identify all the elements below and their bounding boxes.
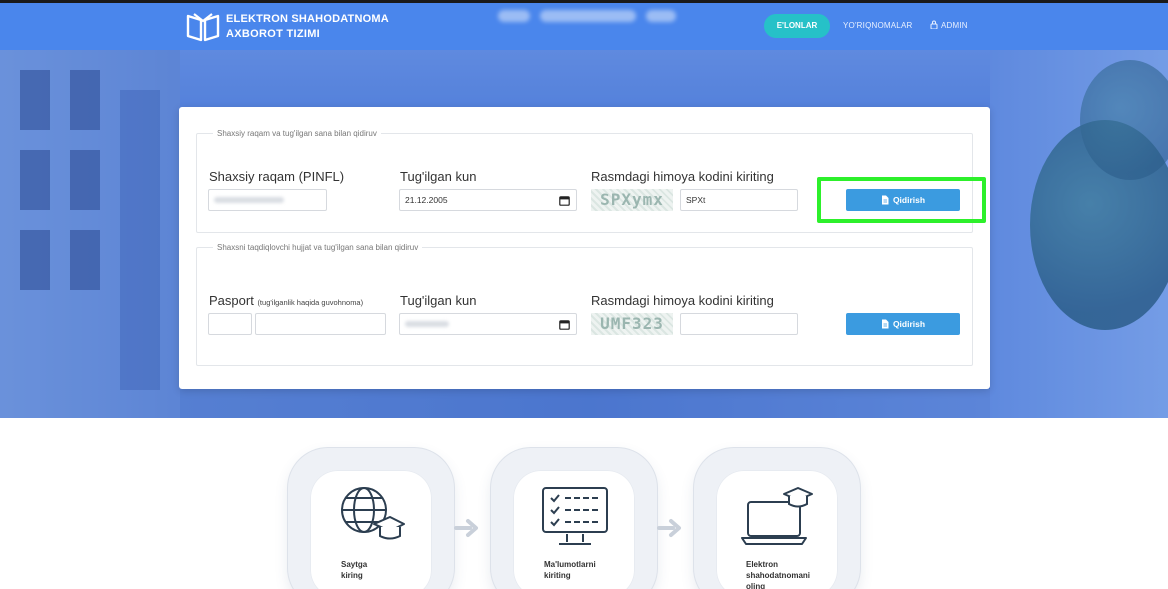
blurred-value — [405, 321, 449, 327]
birthdate-value: 21.12.2005 — [405, 195, 448, 205]
document-search-legend: Shaxsni taqdiqlovchi hujjat va tug'ilgan… — [217, 243, 419, 252]
birthdate-input[interactable]: 21.12.2005 — [399, 189, 577, 211]
pinfl-label: Shaxsiy raqam (PINFL) — [209, 169, 345, 184]
birthdate-input-2[interactable] — [399, 313, 577, 335]
pinfl-search-legend: Shaxsiy raqam va tug'ilgan sana bilan qi… — [217, 129, 377, 138]
blurred-nav-item — [498, 10, 530, 22]
search-button-label: Qidirish — [892, 195, 926, 205]
nav-guides-link[interactable]: YO'RIQNOMALAR — [843, 21, 912, 30]
passport-label: Pasport (tug'ilganlik haqida guvohnoma) — [209, 293, 363, 308]
pinfl-search-button[interactable]: Qidirish — [846, 189, 960, 211]
step-label-line: oling — [746, 582, 766, 589]
calendar-icon[interactable] — [559, 319, 570, 330]
step-label: Elektron shahodatnomani oling — [746, 559, 838, 589]
step-label-line: Elektron shahodatnomani — [746, 560, 811, 580]
document-search-button[interactable]: Qidirish — [846, 313, 960, 335]
step-label-line: kiriting — [544, 571, 571, 580]
lock-icon — [930, 20, 938, 29]
checklist-monitor-icon — [542, 487, 608, 545]
brand-subtitle[interactable]: AXBOROT TIZIMI — [226, 28, 320, 40]
step-label: Saytga kiring — [341, 559, 367, 581]
step-card-get-certificate: Elektron shahodatnomani oling — [694, 448, 860, 589]
globe-graduation-icon — [341, 487, 405, 540]
captcha-input[interactable]: SPXt — [680, 189, 798, 211]
passport-number-input[interactable] — [255, 313, 386, 335]
captcha-image-2: UMF323 — [591, 313, 673, 335]
blurred-nav-item — [540, 10, 636, 22]
passport-label-text: Pasport — [209, 293, 254, 308]
calendar-icon[interactable] — [559, 195, 570, 206]
step-card-visit-site: Saytga kiring — [288, 448, 454, 589]
step-label-line: kiring — [341, 571, 363, 580]
step-label: Ma'lumotlarni kiriting — [544, 559, 596, 581]
search-button-label: Qidirish — [892, 319, 926, 329]
nav-admin-link[interactable]: ADMIN — [941, 21, 968, 30]
step-label-line: Ma'lumotlarni — [544, 560, 596, 569]
step-card-enter-data: Ma'lumotlarni kiriting — [491, 448, 657, 589]
pinfl-input[interactable] — [208, 189, 327, 211]
blurred-nav-item — [646, 10, 676, 22]
laptop-graduation-icon — [741, 487, 813, 545]
top-navbar: ELEKTRON SHAHODATNOMA AXBOROT TIZIMI E'L… — [0, 0, 1168, 50]
step-inner: Ma'lumotlarni kiriting — [513, 470, 635, 589]
captcha-image: SPXymx — [591, 189, 673, 211]
arrow-right-icon — [454, 519, 478, 537]
open-book-icon[interactable] — [186, 12, 220, 42]
captcha-label-2: Rasmdagi himoya kodini kiriting — [591, 293, 774, 308]
search-card: Shaxsiy raqam va tug'ilgan sana bilan qi… — [179, 107, 990, 389]
document-icon — [881, 195, 889, 205]
nav-announcements-button[interactable]: E'LONLAR — [764, 14, 830, 38]
step-label-line: Saytga — [341, 560, 368, 569]
captcha-input-2[interactable] — [680, 313, 798, 335]
passport-hint: (tug'ilganlik haqida guvohnoma) — [257, 298, 364, 307]
birthdate-label-2: Tug'ilgan kun — [400, 293, 477, 308]
brand-title[interactable]: ELEKTRON SHAHODATNOMA — [226, 13, 389, 25]
step-inner: Saytga kiring — [310, 470, 432, 589]
passport-series-input[interactable] — [208, 313, 252, 335]
blurred-value — [214, 197, 284, 203]
birthdate-label: Tug'ilgan kun — [400, 169, 477, 184]
top-edge — [0, 0, 1168, 3]
step-inner: Elektron shahodatnomani oling — [716, 470, 838, 589]
document-icon — [881, 319, 889, 329]
captcha-label: Rasmdagi himoya kodini kiriting — [591, 169, 774, 184]
arrow-right-icon — [657, 519, 681, 537]
